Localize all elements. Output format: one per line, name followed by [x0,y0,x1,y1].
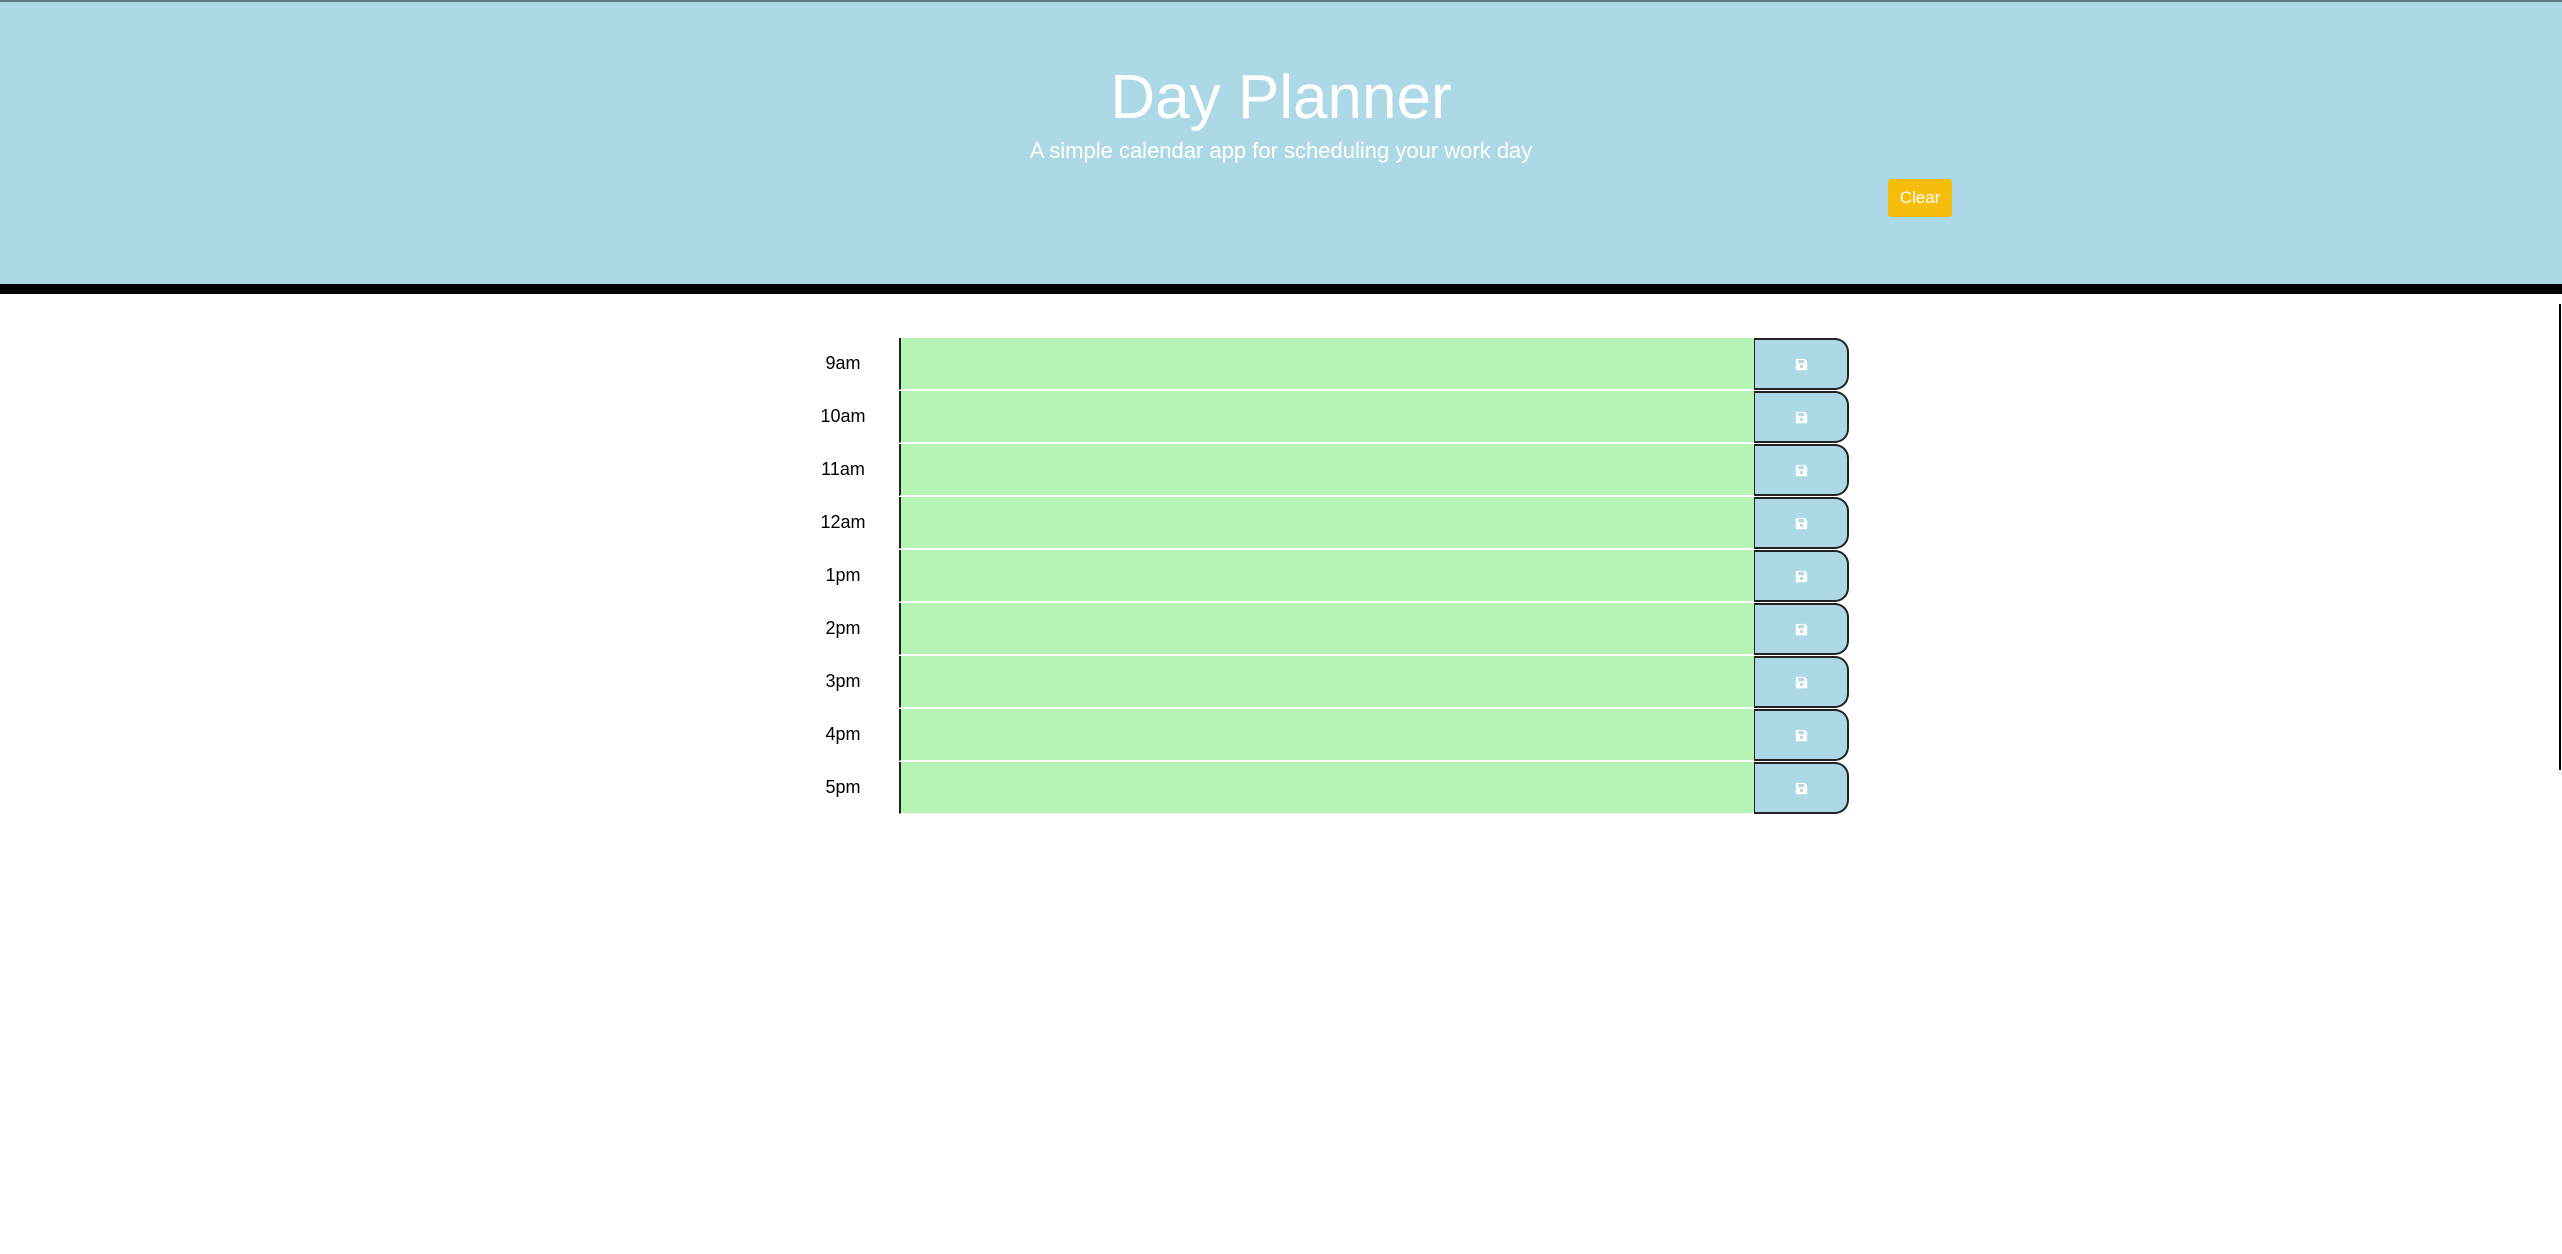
time-block-row: 12am [786,497,1852,550]
task-input[interactable] [899,338,1755,390]
save-button[interactable] [1754,762,1849,814]
task-input[interactable] [899,550,1755,602]
save-button[interactable] [1754,497,1849,549]
floppy-disk-icon [1795,464,1807,476]
scrollbar-edge [2559,304,2561,770]
save-button[interactable] [1754,603,1849,655]
time-block-row: 4pm [786,709,1852,762]
time-block-row: 1pm [786,550,1852,603]
floppy-disk-icon [1795,676,1807,688]
floppy-disk-icon [1795,517,1807,529]
header-jumbotron: Day Planner A simple calendar app for sc… [0,0,2562,294]
floppy-disk-icon [1795,729,1807,741]
time-block-row: 10am [786,391,1852,444]
floppy-disk-icon [1795,782,1807,794]
time-block-row: 5pm [786,762,1852,815]
floppy-disk-icon [1795,411,1807,423]
hour-label: 9am [825,353,861,373]
clear-button[interactable]: Clear [1888,179,1952,217]
task-input[interactable] [899,656,1755,708]
task-input[interactable] [899,603,1755,655]
time-block-row: 2pm [786,603,1852,656]
save-button[interactable] [1754,338,1849,390]
save-button[interactable] [1754,656,1849,708]
task-input[interactable] [899,709,1755,761]
floppy-disk-icon [1795,358,1807,370]
hour-label: 12am [820,512,866,532]
hour-label: 5pm [825,777,861,797]
time-block-list: 9am 10am 11am 12am 1pm 2pm 3pm 4pm 5pm [786,338,1852,815]
time-block-row: 3pm [786,656,1852,709]
page-subtitle: A simple calendar app for scheduling you… [1029,138,1533,163]
time-block-row: 11am [786,444,1852,497]
hour-label: 4pm [825,724,861,744]
save-button[interactable] [1754,444,1849,496]
page-title: Day Planner [1110,63,1452,132]
save-button[interactable] [1754,550,1849,602]
hour-label: 10am [820,406,866,426]
task-input[interactable] [899,762,1755,814]
task-input[interactable] [899,497,1755,549]
save-button[interactable] [1754,391,1849,443]
task-input[interactable] [899,444,1755,496]
hour-label: 2pm [825,618,861,638]
task-input[interactable] [899,391,1755,443]
hour-label: 3pm [825,671,861,691]
time-block-row: 9am [786,338,1852,391]
floppy-disk-icon [1795,570,1807,582]
floppy-disk-icon [1795,623,1807,635]
hour-label: 1pm [825,565,861,585]
save-button[interactable] [1754,709,1849,761]
hour-label: 11am [821,459,865,479]
